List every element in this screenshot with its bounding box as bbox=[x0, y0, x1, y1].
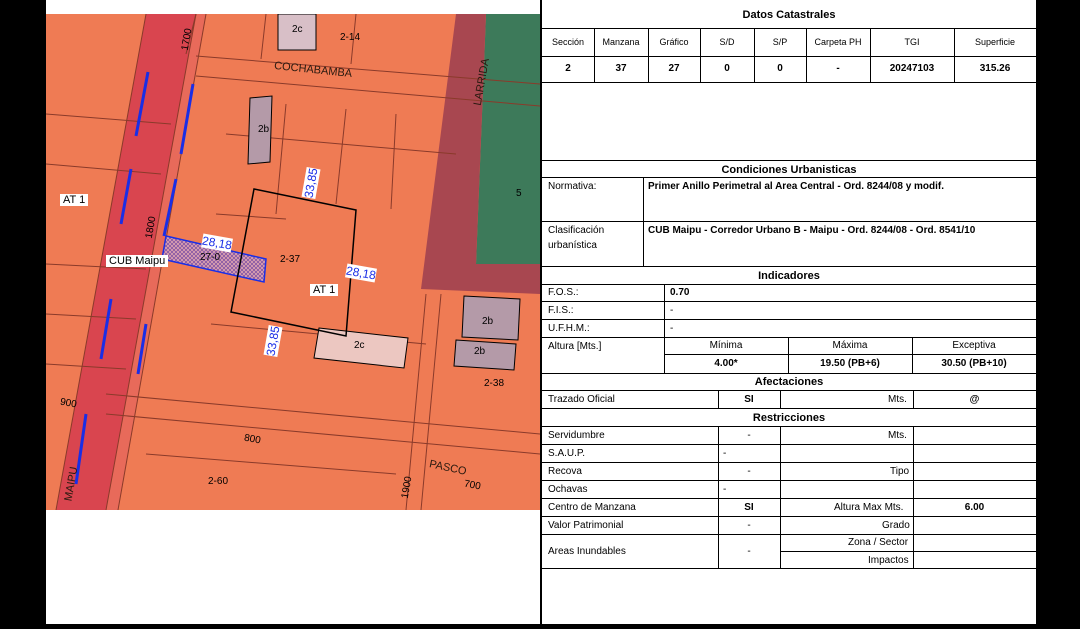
recova-label: Recova bbox=[548, 466, 582, 477]
indicadores-title: Indicadores bbox=[758, 270, 820, 282]
catastro-value: 27 bbox=[668, 63, 680, 74]
altura-max-label: Altura Max Mts. bbox=[834, 502, 904, 513]
zone-label-at1-left: AT 1 bbox=[60, 194, 89, 206]
catastro-header: Sección bbox=[551, 37, 585, 47]
catastro-header: Manzana bbox=[602, 37, 640, 47]
catastro-header: S/D bbox=[719, 37, 735, 47]
zone-label-cub-maipu: CUB Maipu bbox=[106, 255, 169, 267]
servidumbre-mts-label: Mts. bbox=[888, 430, 907, 441]
trazado-value: SI bbox=[744, 394, 754, 405]
areas-label: Areas Inundables bbox=[548, 546, 626, 557]
fis-label: F.I.S.: bbox=[548, 305, 574, 316]
ufhm-label: U.F.H.M.: bbox=[548, 323, 590, 334]
fos-value: 0.70 bbox=[670, 287, 690, 298]
minima-value: 4.00* bbox=[714, 358, 738, 369]
building-label-2b-left: 2b bbox=[258, 124, 270, 135]
catastro-value: 2 bbox=[565, 63, 571, 74]
afectaciones-title: Afectaciones bbox=[754, 376, 824, 388]
recova-tipo-label: Tipo bbox=[890, 466, 910, 477]
minima-label: Mínima bbox=[709, 340, 743, 351]
catastro-value: 0 bbox=[777, 63, 783, 74]
grado-label: Grado bbox=[882, 520, 910, 531]
zone-label-at1-center: AT 1 bbox=[310, 284, 339, 296]
trazado-label: Trazado Oficial bbox=[548, 394, 615, 405]
catastro-header: Carpeta PH bbox=[814, 37, 862, 47]
excepcional-label: Exceptiva bbox=[952, 340, 996, 351]
ufhm-value: - bbox=[670, 323, 674, 334]
catastro-value: 20247103 bbox=[889, 63, 935, 74]
excepcional-value: 30.50 (PB+10) bbox=[941, 358, 1007, 369]
catastro-value: 315.26 bbox=[979, 63, 1011, 74]
servidumbre-label: Servidumbre bbox=[548, 430, 605, 441]
maxima-value: 19.50 (PB+6) bbox=[820, 358, 880, 369]
recova-value: - bbox=[747, 466, 751, 477]
altura-max-value: 6.00 bbox=[964, 502, 985, 513]
green-zone bbox=[476, 14, 540, 264]
fos-label: F.O.S.: bbox=[548, 287, 579, 298]
restricciones-title: Restricciones bbox=[752, 412, 826, 424]
building-label-2c-top: 2c bbox=[292, 24, 303, 35]
clasificacion-label-1: Clasificación bbox=[548, 225, 605, 236]
building-label-2c-bottom: 2c bbox=[354, 340, 365, 351]
ochavas-value: - bbox=[723, 484, 727, 495]
clasificacion-value: CUB Maipu - Corredor Urbano B - Maipu - … bbox=[648, 225, 976, 236]
altura-label: Altura [Mts.] bbox=[548, 341, 602, 352]
afectaciones-mts-label: Mts. bbox=[888, 394, 907, 405]
info-panel: Datos Catastrales Sección 2 Manzana 37 Gráfi… bbox=[542, 0, 1036, 570]
zona-label: Zona / Sector bbox=[848, 537, 909, 548]
urbanisticas-title: Condiciones Urbanisticas bbox=[721, 164, 857, 176]
normativa-label: Normativa: bbox=[548, 181, 597, 192]
ochavas-label: Ochavas bbox=[548, 484, 588, 495]
block-label-2-37: 2-37 bbox=[280, 254, 301, 265]
valor-label: Valor Patrimonial bbox=[548, 520, 624, 531]
centro-value: SI bbox=[744, 502, 754, 513]
block-label-27-0: 27-0 bbox=[200, 252, 221, 263]
block-label-5: 5 bbox=[516, 188, 522, 199]
catastro-header: TGI bbox=[904, 37, 920, 47]
cadastral-map[interactable]: COCHABAMBA LARRIDA MAIPU PASCO 1700 1800… bbox=[46, 14, 540, 510]
servidumbre-value: - bbox=[747, 430, 751, 441]
clasificacion-label-2: urbanística bbox=[548, 240, 597, 251]
normativa-value: Primer Anillo Perimetral al Area Central… bbox=[648, 181, 945, 192]
areas-value: - bbox=[747, 546, 751, 557]
catastro-header: Gráfico bbox=[659, 37, 689, 47]
centro-label: Centro de Manzana bbox=[548, 502, 636, 513]
saup-label: S.A.U.P. bbox=[548, 448, 586, 459]
building-label-2b-right1: 2b bbox=[482, 316, 494, 327]
catastro-header: S/P bbox=[772, 37, 788, 47]
building-label-2b-right2: 2b bbox=[474, 346, 486, 357]
catastro-header: Superficie bbox=[974, 37, 1016, 47]
valor-value: - bbox=[747, 520, 751, 531]
maxima-label: Máxima bbox=[832, 340, 868, 351]
block-label-2-60: 2-60 bbox=[208, 476, 229, 487]
catastro-value: 0 bbox=[724, 63, 730, 74]
block-label-2-14: 2-14 bbox=[340, 32, 361, 43]
afectaciones-mts-value: @ bbox=[969, 394, 980, 405]
catastro-title: Datos Catastrales bbox=[742, 9, 836, 21]
catastro-value: - bbox=[836, 63, 840, 74]
impactos-label: Impactos bbox=[868, 555, 909, 566]
block-label-2-38: 2-38 bbox=[484, 378, 505, 389]
fis-value: - bbox=[670, 305, 674, 316]
saup-value: - bbox=[723, 448, 727, 459]
catastro-value: 37 bbox=[615, 63, 627, 74]
screenshot-stage: COCHABAMBA LARRIDA MAIPU PASCO 1700 1800… bbox=[0, 0, 1080, 629]
